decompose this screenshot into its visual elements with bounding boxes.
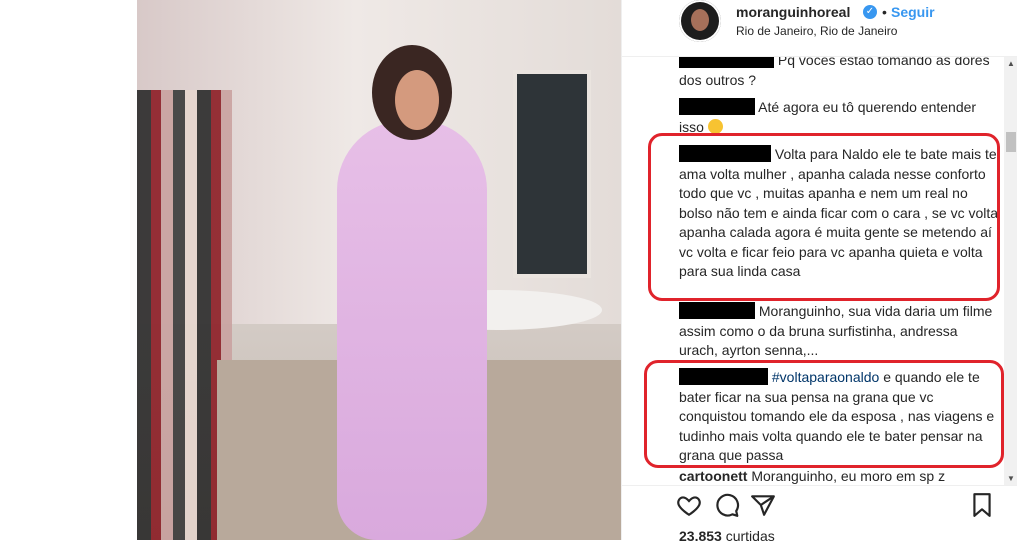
username-link[interactable]: moranguinhoreal <box>736 4 850 20</box>
comment-item: Pq vocês estão tomando as dores dos outr… <box>679 57 999 90</box>
post-actions-bar <box>622 485 1017 526</box>
scroll-up-arrow-icon[interactable]: ▲ <box>1007 59 1015 68</box>
redacted-username <box>679 302 755 319</box>
comment-item: Moranguinho, sua vida daria um filme ass… <box>679 302 999 361</box>
separator-dot: • <box>882 4 887 20</box>
grinning-face-emoji-icon <box>707 118 723 134</box>
likes-number: 23.853 <box>679 528 722 544</box>
follow-button[interactable]: Seguir <box>891 4 935 20</box>
post-photo[interactable] <box>137 0 621 540</box>
scroll-down-arrow-icon[interactable]: ▼ <box>1007 474 1015 483</box>
highlight-box <box>644 360 1004 468</box>
verified-badge-icon: ✓ <box>863 5 877 19</box>
woman-in-pink-jumpsuit <box>337 120 487 540</box>
comment-icon[interactable] <box>714 492 740 518</box>
redacted-username <box>679 98 755 115</box>
scroll-thumb[interactable] <box>1006 132 1016 152</box>
likes-count[interactable]: 23.853 curtidas <box>679 528 775 544</box>
highlight-box <box>648 133 1000 301</box>
likes-label: curtidas <box>721 528 775 544</box>
comment-item: Até agora eu tô querendo entender isso <box>679 98 999 137</box>
bookmark-icon[interactable] <box>969 492 995 518</box>
comment-item: cartoonett Moranguinho, eu moro em sp z <box>679 467 999 485</box>
comment-text: Moranguinho, eu moro em sp z <box>747 468 946 484</box>
redacted-username <box>679 57 774 68</box>
comment-username[interactable]: cartoonett <box>679 468 747 484</box>
mirror-door <box>513 70 591 278</box>
woman-face <box>395 70 439 130</box>
comments-scrollbar[interactable]: ▲ ▼ <box>1004 57 1017 485</box>
heart-icon[interactable] <box>676 492 702 518</box>
avatar[interactable] <box>679 0 721 42</box>
share-icon[interactable] <box>750 492 776 518</box>
post-sidebar: moranguinhoreal ✓ • Seguir Rio de Janeir… <box>621 0 1017 544</box>
post-header: moranguinhoreal ✓ • Seguir Rio de Janeir… <box>622 0 1017 57</box>
location-link[interactable]: Rio de Janeiro, Rio de Janeiro <box>736 24 897 38</box>
